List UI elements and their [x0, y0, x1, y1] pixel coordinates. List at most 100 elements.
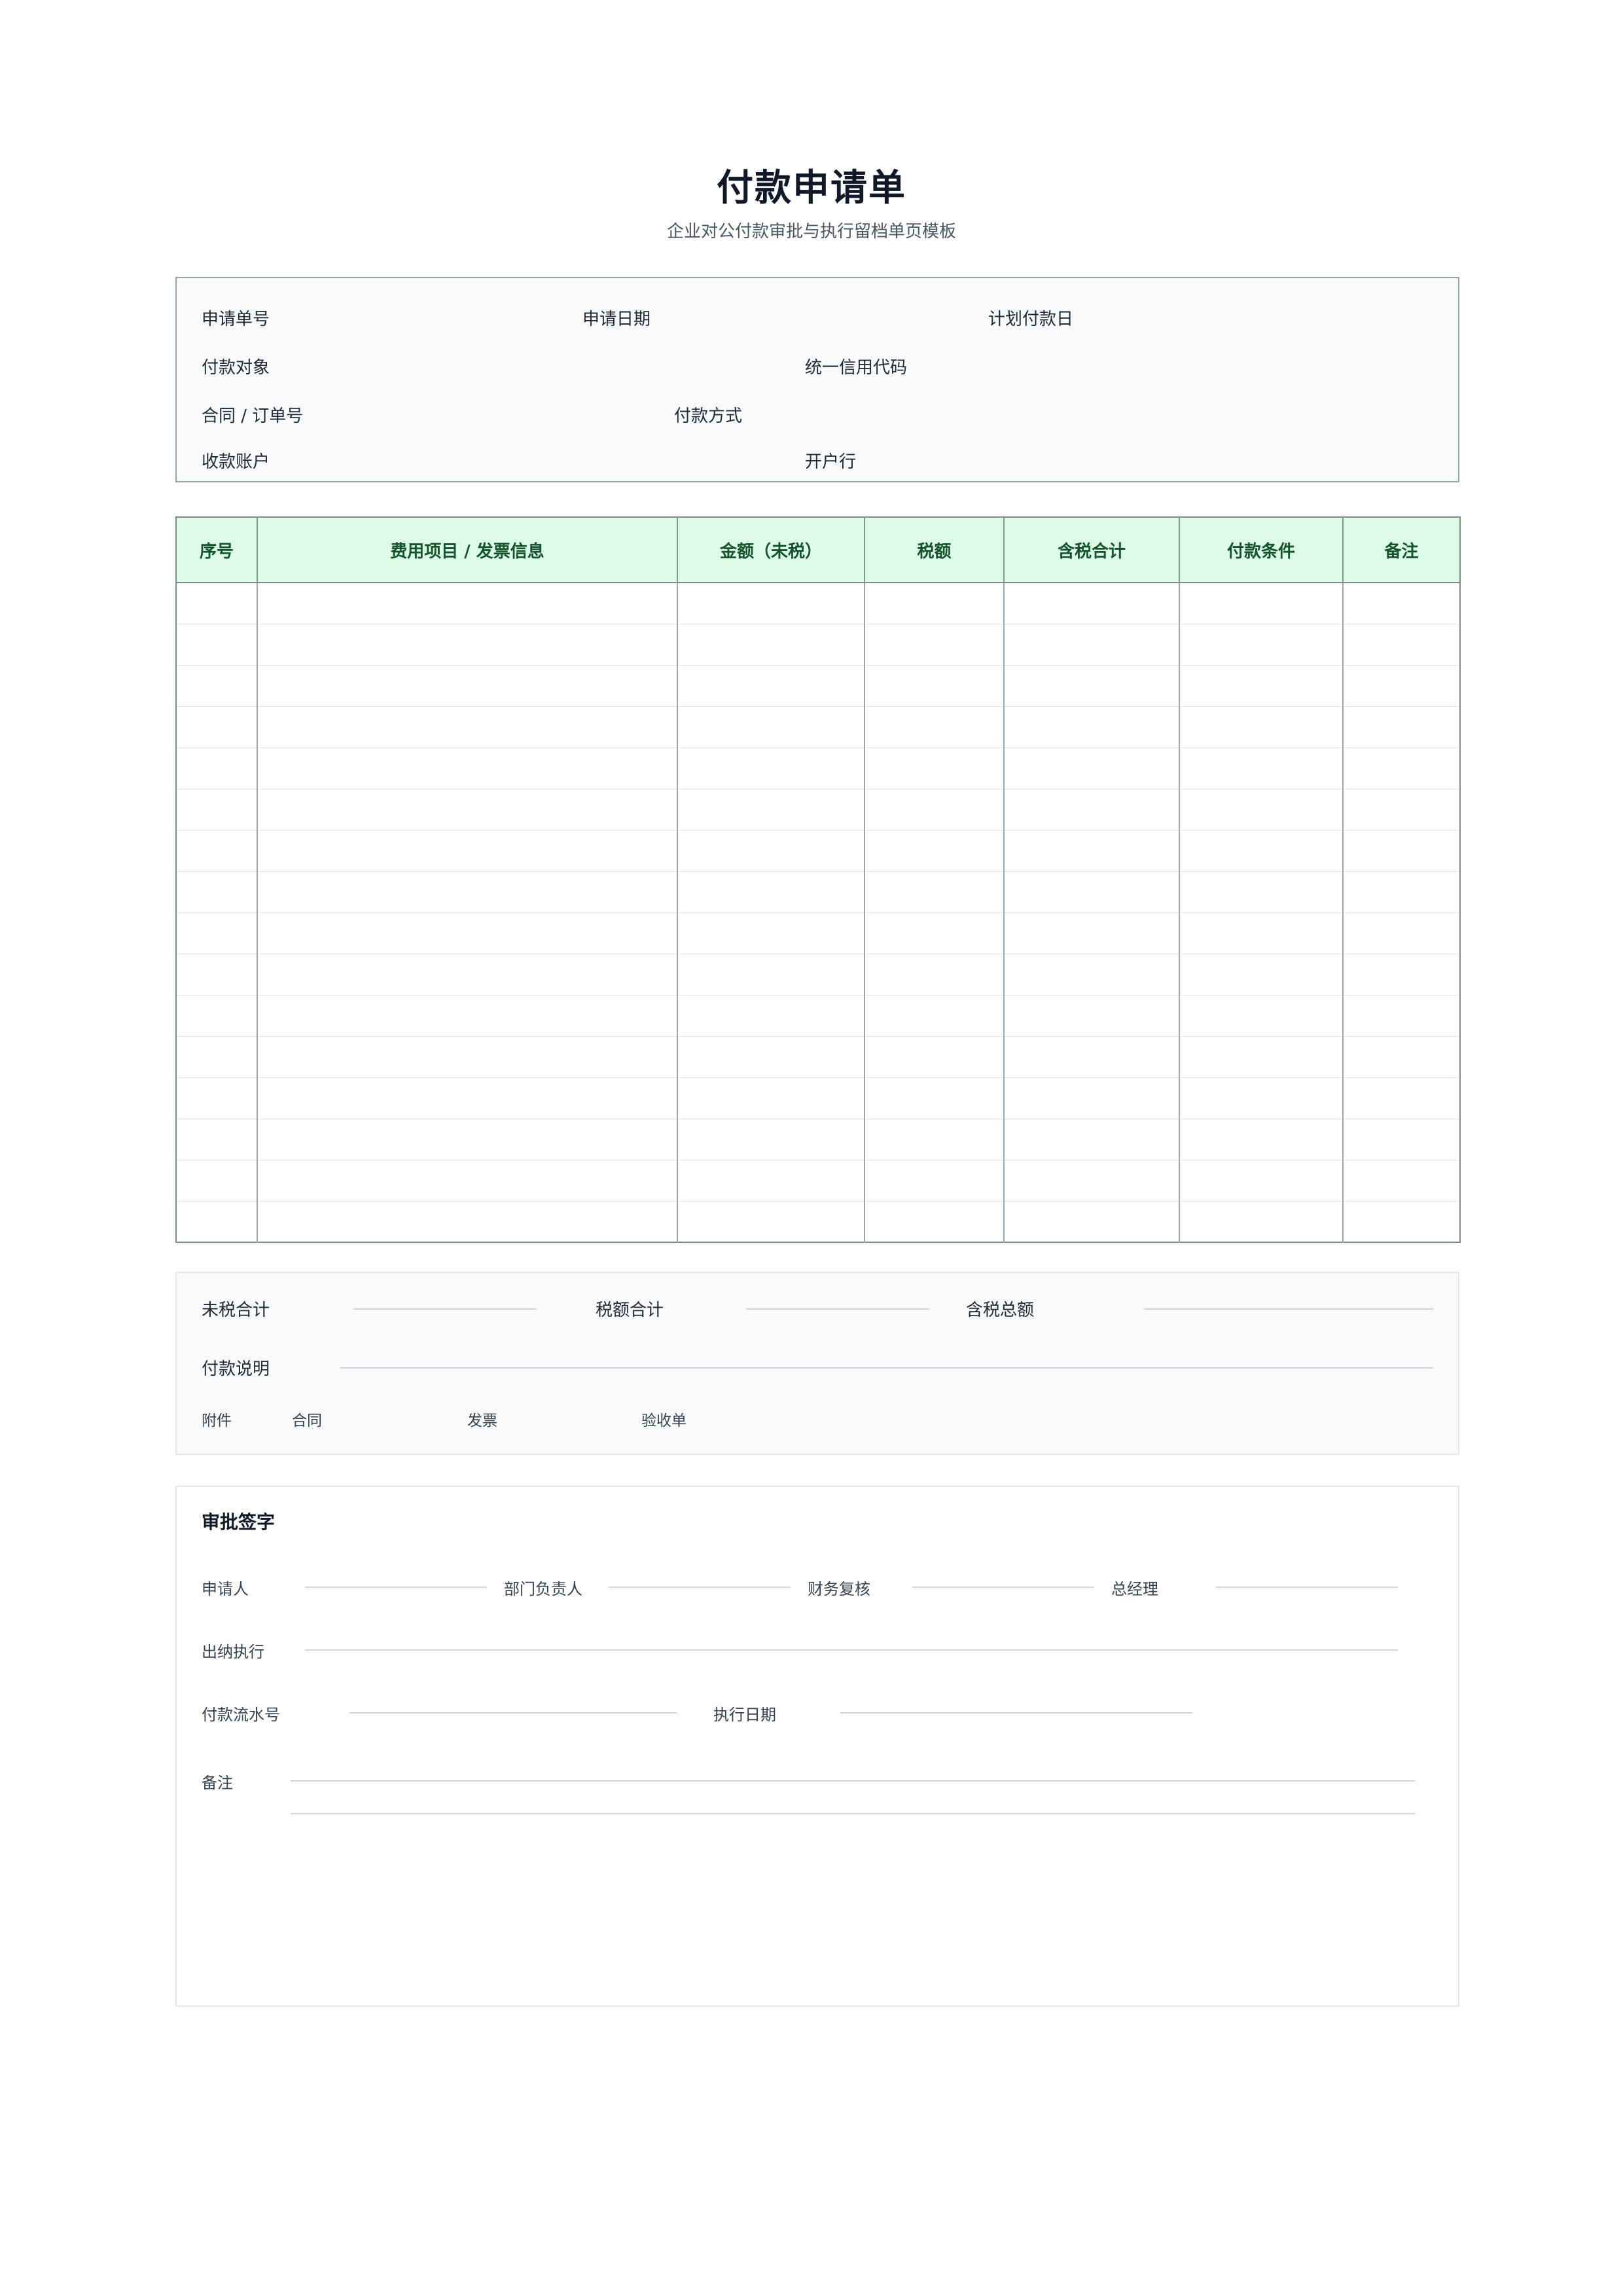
table-cell[interactable]	[677, 995, 865, 1037]
table-cell[interactable]	[864, 871, 1004, 913]
table-cell[interactable]	[257, 583, 677, 624]
table-cell[interactable]	[257, 624, 677, 666]
table-cell[interactable]	[1003, 871, 1179, 913]
table-cell[interactable]	[257, 912, 677, 954]
attachment-acceptance[interactable]: 验收单	[641, 1408, 687, 1430]
table-cell[interactable]	[864, 665, 1004, 707]
table-cell[interactable]	[176, 1077, 257, 1119]
table-cell[interactable]	[677, 1160, 865, 1202]
table-cell[interactable]	[1003, 789, 1179, 831]
table-cell[interactable]	[257, 1201, 677, 1242]
table-cell[interactable]	[864, 830, 1004, 872]
table-cell[interactable]	[864, 789, 1004, 831]
table-cell[interactable]	[1179, 1160, 1343, 1202]
table-cell[interactable]	[677, 871, 865, 913]
table-cell[interactable]	[1003, 1077, 1179, 1119]
table-cell[interactable]	[677, 954, 865, 996]
table-cell[interactable]	[1003, 1201, 1179, 1242]
table-cell[interactable]	[677, 665, 865, 707]
remarks-line-2[interactable]	[291, 1813, 1415, 1814]
attachment-contract[interactable]: 合同	[292, 1408, 322, 1430]
table-cell[interactable]	[1179, 995, 1343, 1037]
table-cell[interactable]	[864, 954, 1004, 996]
table-cell[interactable]	[1003, 1119, 1179, 1160]
table-cell[interactable]	[1003, 995, 1179, 1037]
table-cell[interactable]	[677, 1201, 865, 1242]
table-cell[interactable]	[1003, 583, 1179, 624]
table-cell[interactable]	[176, 583, 257, 624]
table-cell[interactable]	[1179, 583, 1343, 624]
table-cell[interactable]	[677, 706, 865, 748]
table-cell[interactable]	[864, 1160, 1004, 1202]
table-cell[interactable]	[176, 912, 257, 954]
table-cell[interactable]	[1179, 912, 1343, 954]
table-cell[interactable]	[176, 995, 257, 1037]
table-cell[interactable]	[176, 1160, 257, 1202]
table-cell[interactable]	[677, 789, 865, 831]
table-cell[interactable]	[1342, 871, 1460, 913]
table-cell[interactable]	[1179, 1077, 1343, 1119]
table-cell[interactable]	[864, 1201, 1004, 1242]
table-cell[interactable]	[1342, 789, 1460, 831]
table-cell[interactable]	[1179, 954, 1343, 996]
applicant-sign-line[interactable]	[305, 1587, 487, 1588]
general-manager-sign-line[interactable]	[1216, 1587, 1398, 1588]
table-cell[interactable]	[1003, 747, 1179, 789]
table-cell[interactable]	[257, 789, 677, 831]
table-cell[interactable]	[1179, 1201, 1343, 1242]
table-cell[interactable]	[1003, 1036, 1179, 1078]
table-cell[interactable]	[1342, 706, 1460, 748]
table-cell[interactable]	[677, 583, 865, 624]
table-cell[interactable]	[677, 1036, 865, 1078]
table-cell[interactable]	[176, 665, 257, 707]
table-cell[interactable]	[257, 747, 677, 789]
table-cell[interactable]	[1003, 624, 1179, 666]
table-cell[interactable]	[1342, 830, 1460, 872]
table-cell[interactable]	[176, 871, 257, 913]
table-cell[interactable]	[677, 1077, 865, 1119]
table-cell[interactable]	[1003, 1160, 1179, 1202]
table-cell[interactable]	[1179, 789, 1343, 831]
table-cell[interactable]	[864, 706, 1004, 748]
table-cell[interactable]	[176, 954, 257, 996]
payment-note-line[interactable]	[340, 1367, 1433, 1369]
table-cell[interactable]	[257, 830, 677, 872]
table-cell[interactable]	[257, 665, 677, 707]
cashier-sign-line[interactable]	[305, 1649, 1398, 1651]
table-cell[interactable]	[176, 747, 257, 789]
table-cell[interactable]	[1342, 995, 1460, 1037]
table-cell[interactable]	[1003, 706, 1179, 748]
table-cell[interactable]	[1342, 1119, 1460, 1160]
table-cell[interactable]	[1003, 665, 1179, 707]
table-cell[interactable]	[176, 1036, 257, 1078]
table-cell[interactable]	[677, 1119, 865, 1160]
table-cell[interactable]	[257, 954, 677, 996]
table-cell[interactable]	[1003, 954, 1179, 996]
table-cell[interactable]	[257, 1077, 677, 1119]
table-cell[interactable]	[1342, 665, 1460, 707]
table-cell[interactable]	[1179, 830, 1343, 872]
table-cell[interactable]	[176, 1201, 257, 1242]
table-cell[interactable]	[864, 912, 1004, 954]
table-cell[interactable]	[1179, 1119, 1343, 1160]
table-cell[interactable]	[677, 912, 865, 954]
table-cell[interactable]	[864, 624, 1004, 666]
table-cell[interactable]	[1179, 1036, 1343, 1078]
attachment-invoice[interactable]: 发票	[467, 1408, 497, 1430]
table-cell[interactable]	[864, 747, 1004, 789]
dept-head-sign-line[interactable]	[609, 1587, 791, 1588]
grand-total-line[interactable]	[1144, 1308, 1433, 1310]
table-cell[interactable]	[1342, 1201, 1460, 1242]
table-cell[interactable]	[257, 995, 677, 1037]
table-cell[interactable]	[1342, 1077, 1460, 1119]
table-cell[interactable]	[864, 1036, 1004, 1078]
table-cell[interactable]	[257, 871, 677, 913]
table-cell[interactable]	[1003, 830, 1179, 872]
table-cell[interactable]	[1342, 624, 1460, 666]
table-cell[interactable]	[677, 830, 865, 872]
table-cell[interactable]	[1179, 871, 1343, 913]
table-cell[interactable]	[1179, 665, 1343, 707]
table-cell[interactable]	[864, 995, 1004, 1037]
finance-review-sign-line[interactable]	[912, 1587, 1094, 1588]
table-cell[interactable]	[864, 1119, 1004, 1160]
